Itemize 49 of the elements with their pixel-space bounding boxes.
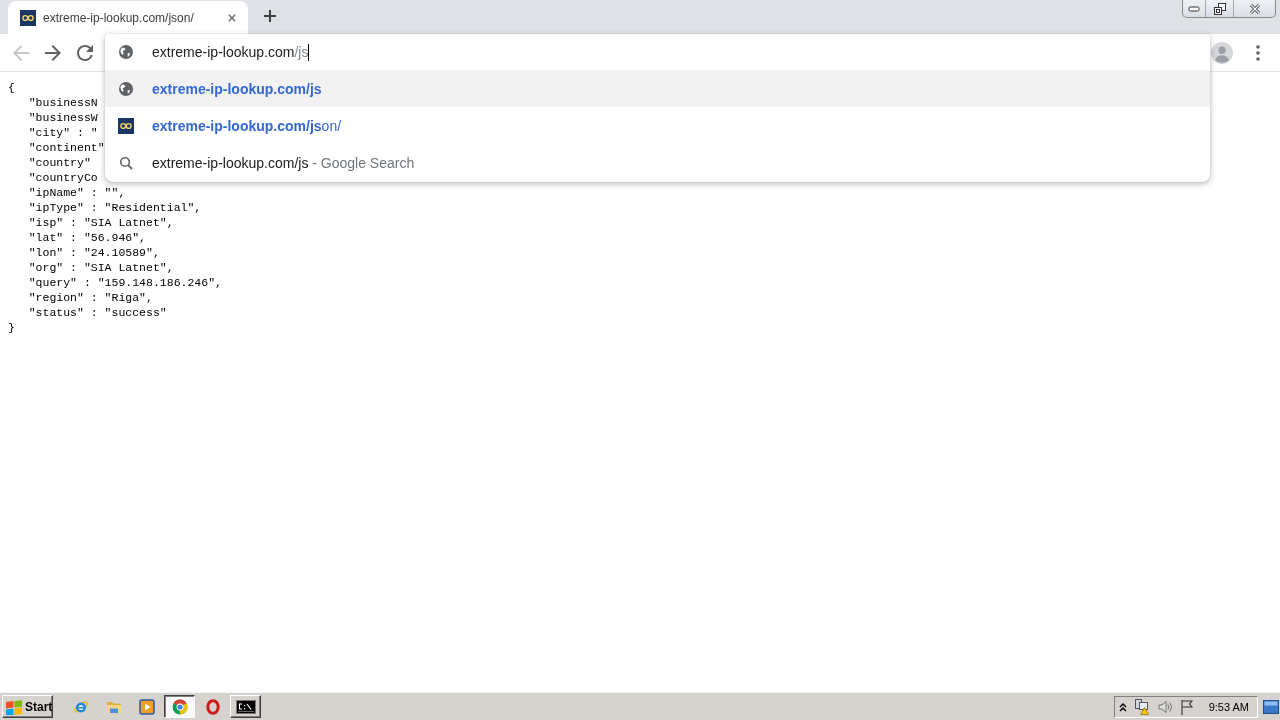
start-button[interactable]: Start [2, 695, 53, 718]
round-logo-icon [171, 698, 188, 715]
code-line: "businessW [28, 110, 98, 125]
flag-icon[interactable] [1179, 698, 1194, 715]
show-desktop-icon[interactable] [1263, 699, 1279, 714]
code-line: } [8, 320, 15, 335]
code-line: "businessN [28, 95, 98, 110]
code-line: "city" : " [28, 125, 98, 140]
reload-icon [77, 44, 93, 61]
code-line: "ipType" : "Residential", [28, 200, 202, 215]
double-ring-icon [118, 117, 134, 134]
play-icon[interactable] [138, 698, 155, 715]
browser-tab[interactable]: extreme-ip-lookup.com/json/ [8, 1, 248, 34]
close-icon [228, 13, 236, 22]
code-line: "region" : "Riga", [28, 290, 153, 305]
globe-icon [118, 80, 134, 97]
code-line: "countryCo [28, 170, 98, 185]
code-line: "query" : "159.148.186.246", [28, 275, 222, 290]
code-line: "country" [28, 155, 91, 170]
code-line: "org" : "SIA Latnet", [28, 260, 174, 275]
suggestion-item[interactable]: extreme-ip-lookup.com/js [105, 70, 1210, 107]
suggestion-item[interactable]: extreme-ip-lookup.com/json/ [105, 107, 1210, 144]
speaker-icon[interactable] [1156, 698, 1173, 715]
code-line: "lon" : "24.10589", [28, 245, 160, 260]
globe-icon [118, 44, 134, 60]
code-line: "isp" : "SIA Latnet", [28, 215, 174, 230]
menu-icon [1256, 44, 1260, 61]
restore-icon [1213, 2, 1226, 15]
clock[interactable]: 9:53 AM [1208, 700, 1249, 713]
minimize-icon [1188, 5, 1200, 12]
plus-icon [264, 10, 276, 22]
code-line: "ipName" : "", [28, 185, 126, 200]
close-icon [1247, 2, 1262, 15]
ring-icon[interactable] [204, 698, 221, 715]
waving-flag-icon [5, 698, 23, 715]
terminal-icon [235, 699, 256, 714]
double-ring-icon [20, 9, 36, 26]
suggestion-item[interactable]: extreme-ip-lookup.com/js - Google Search [105, 144, 1210, 181]
arrow-right-icon [45, 44, 61, 61]
taskbar-button[interactable] [164, 695, 195, 718]
avatar-icon [1211, 41, 1233, 64]
chevron-up-icon[interactable] [1118, 701, 1127, 712]
search-icon [119, 155, 133, 170]
code-line: "lat" : "56.946", [28, 230, 147, 245]
arrow-left-icon [13, 44, 29, 61]
network-warning-icon[interactable] [1133, 698, 1150, 715]
code-line: "status" : "success" [28, 305, 167, 320]
code-line: "continent" [28, 140, 105, 155]
code-line: { [8, 80, 15, 95]
